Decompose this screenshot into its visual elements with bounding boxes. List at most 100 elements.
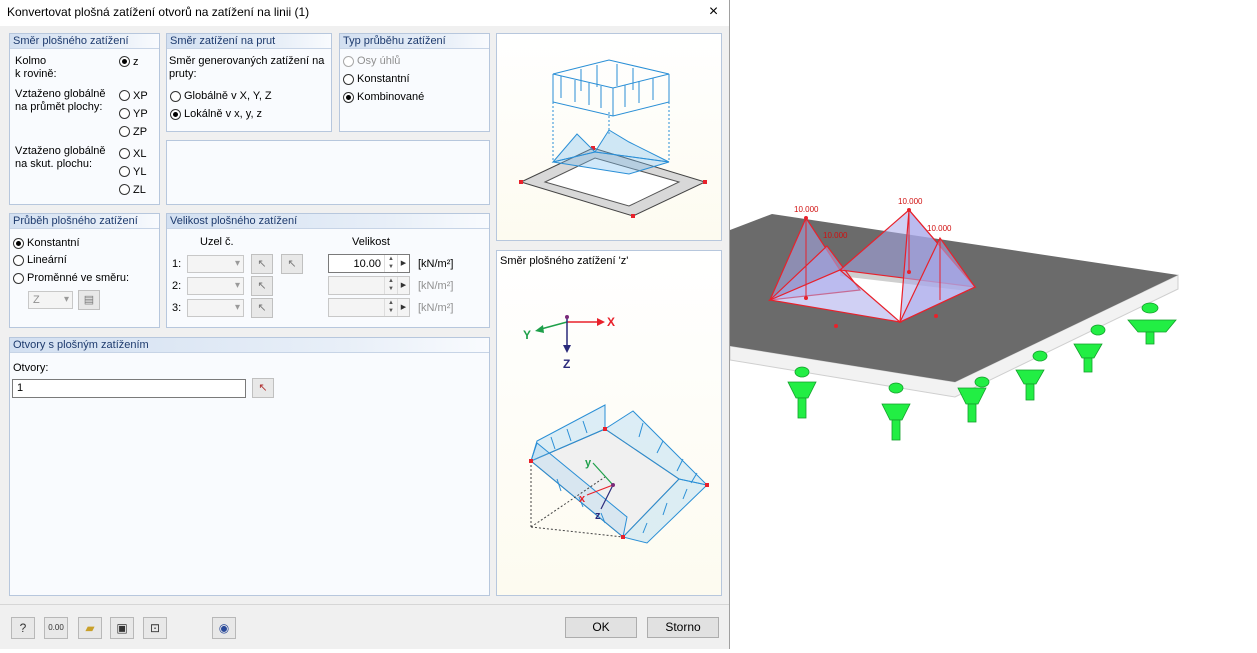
local-y-label: y bbox=[585, 457, 592, 469]
radio-type-constant-label: Konstantní bbox=[357, 73, 410, 85]
title-bar: Konvertovat plošná zatížení otvorů na za… bbox=[0, 0, 729, 26]
group-member-load-direction: Směr zatížení na prut Směr generovaných … bbox=[166, 33, 332, 132]
axis-x-label: X bbox=[607, 315, 615, 329]
pick-node-button-2[interactable]: ↖ bbox=[251, 276, 273, 296]
pick-cursor-icon: ↖ bbox=[257, 258, 267, 270]
radio-dist-linear[interactable] bbox=[13, 255, 24, 266]
preview-load-direction: Směr plošného zatížení 'z' X Y Z y x z bbox=[496, 250, 722, 596]
convert-dialog: Konvertovat plošná zatížení otvorů na za… bbox=[0, 0, 730, 649]
perpendicular-label: Kolmo k rovině: bbox=[15, 55, 57, 80]
group-title: Směr plošného zatížení bbox=[10, 34, 159, 49]
radio-xp[interactable] bbox=[119, 90, 130, 101]
node-column-header: Uzel č. bbox=[200, 236, 234, 248]
dialog-title: Konvertovat plošná zatížení otvorů na za… bbox=[7, 5, 310, 19]
save-button[interactable]: ▣ bbox=[110, 617, 134, 639]
radio-dist-variable[interactable] bbox=[13, 273, 24, 284]
open-icon: ▰ bbox=[85, 621, 95, 635]
global-projected-label: Vztaženo globálně na průmět plochy: bbox=[15, 88, 106, 113]
model-load-label: 10.000 bbox=[823, 231, 848, 240]
model-load-label: 10.000 bbox=[927, 224, 952, 233]
spinner-icon[interactable]: ▲ ▼ bbox=[384, 299, 397, 316]
chevron-down-icon: ▾ bbox=[234, 302, 240, 313]
chevron-down-icon: ▾ bbox=[234, 280, 240, 291]
preview-button[interactable]: ⊡ bbox=[143, 617, 167, 639]
model-viewport[interactable]: 10.000 10.000 10.000 10.000 bbox=[729, 0, 1257, 650]
openings-input[interactable]: 1 bbox=[12, 379, 246, 398]
pick-node-button-1[interactable]: ↖ bbox=[251, 254, 273, 274]
empty-panel bbox=[166, 140, 490, 205]
group-title: Velikost plošného zatížení bbox=[167, 214, 489, 229]
unit-label-3: [kN/m²] bbox=[418, 302, 454, 314]
variable-direction-value: Z bbox=[33, 294, 40, 306]
table-edit-button[interactable]: ▤ bbox=[78, 290, 100, 310]
unit-label-1: [kN/m²] bbox=[418, 258, 454, 270]
radio-xp-label: XP bbox=[133, 90, 148, 102]
pick-multi-icon: ↖ bbox=[287, 258, 297, 270]
node-select-3[interactable]: ▾ bbox=[187, 299, 244, 317]
arrow-right-icon[interactable]: ▶ bbox=[397, 277, 409, 294]
group-title: Směr zatížení na prut bbox=[167, 34, 331, 49]
radio-z-label: z bbox=[133, 56, 139, 68]
pick-node-multi-button[interactable]: ↖ bbox=[281, 254, 303, 274]
magnitude-input-1[interactable]: 10.00 ▲ ▼ ▶ bbox=[328, 254, 410, 273]
pick-cursor-icon: ↖ bbox=[257, 302, 267, 314]
view-button[interactable]: ◉ bbox=[212, 617, 236, 639]
spinner-icon[interactable]: ▲ ▼ bbox=[384, 277, 397, 294]
chevron-down-icon: ▾ bbox=[234, 258, 240, 269]
help-button[interactable]: ? bbox=[11, 617, 35, 639]
radio-yp-label: YP bbox=[133, 108, 148, 120]
radio-zp[interactable] bbox=[119, 126, 130, 137]
group-surface-load-direction: Směr plošného zatížení Kolmo k rovině: z… bbox=[9, 33, 160, 205]
radio-dist-linear-label: Lineární bbox=[27, 254, 67, 266]
group-load-distribution-type: Typ průběhu zatížení Osy úhlů Konstantní… bbox=[339, 33, 490, 132]
radio-dist-constant[interactable] bbox=[13, 238, 24, 249]
chevron-down-icon: ▾ bbox=[63, 294, 69, 305]
radio-yl-label: YL bbox=[133, 166, 147, 178]
arrow-right-icon[interactable]: ▶ bbox=[397, 255, 409, 272]
radio-type-combined[interactable] bbox=[343, 92, 354, 103]
radio-angle-axes[interactable] bbox=[343, 56, 354, 67]
radio-z[interactable] bbox=[119, 56, 130, 67]
radio-xl-label: XL bbox=[133, 148, 147, 160]
unit-label-2: [kN/m²] bbox=[418, 280, 454, 292]
radio-global-xyz[interactable] bbox=[170, 91, 181, 102]
node-select-1[interactable]: ▾ bbox=[187, 255, 244, 273]
radio-type-constant[interactable] bbox=[343, 74, 354, 85]
magnitude-input-2[interactable]: ▲ ▼ ▶ bbox=[328, 276, 410, 295]
group-title: Průběh plošného zatížení bbox=[10, 214, 159, 229]
radio-dist-variable-label: Proměnné ve směru: bbox=[27, 272, 130, 284]
global-true-label: Vztaženo globálně na skut. plochu: bbox=[15, 145, 106, 170]
magnitude-column-header: Velikost bbox=[352, 236, 390, 248]
ok-button[interactable]: OK bbox=[565, 617, 637, 638]
save-icon: ▣ bbox=[116, 621, 128, 635]
model-scene: 10.000 10.000 10.000 10.000 bbox=[729, 197, 1179, 441]
radio-zp-label: ZP bbox=[133, 126, 148, 138]
magnitude-input-3[interactable]: ▲ ▼ ▶ bbox=[328, 298, 410, 317]
eye-icon: ◉ bbox=[218, 621, 230, 635]
radio-zl-label: ZL bbox=[133, 184, 146, 196]
group-title: Otvory s plošným zatížením bbox=[10, 338, 489, 353]
close-icon[interactable]: × bbox=[698, 0, 729, 26]
radio-type-combined-label: Kombinované bbox=[357, 91, 425, 103]
arrow-right-icon[interactable]: ▶ bbox=[397, 299, 409, 316]
spinner-icon[interactable]: ▲ ▼ bbox=[384, 255, 397, 272]
node-select-2[interactable]: ▾ bbox=[187, 277, 244, 295]
variable-direction-select[interactable]: Z ▾ bbox=[28, 291, 73, 309]
radio-zl[interactable] bbox=[119, 184, 130, 195]
local-x-label: x bbox=[579, 493, 586, 505]
help-icon: ? bbox=[19, 621, 27, 635]
radio-xl[interactable] bbox=[119, 148, 130, 159]
local-z-label: z bbox=[595, 510, 601, 522]
row-label: 2: bbox=[172, 280, 182, 292]
pick-openings-button[interactable]: ↖ bbox=[252, 378, 274, 398]
table-edit-icon: ▤ bbox=[83, 294, 95, 306]
radio-yp[interactable] bbox=[119, 108, 130, 119]
radio-local-label: Lokálně v x, y, z bbox=[184, 108, 263, 120]
open-button[interactable]: ▰ bbox=[78, 617, 102, 639]
cancel-button[interactable]: Storno bbox=[647, 617, 719, 638]
openings-label: Otvory: bbox=[13, 362, 49, 374]
pick-node-button-3[interactable]: ↖ bbox=[251, 298, 273, 318]
radio-local-xyz[interactable] bbox=[170, 109, 181, 120]
units-button[interactable]: 0.00 bbox=[44, 617, 68, 639]
radio-yl[interactable] bbox=[119, 166, 130, 177]
